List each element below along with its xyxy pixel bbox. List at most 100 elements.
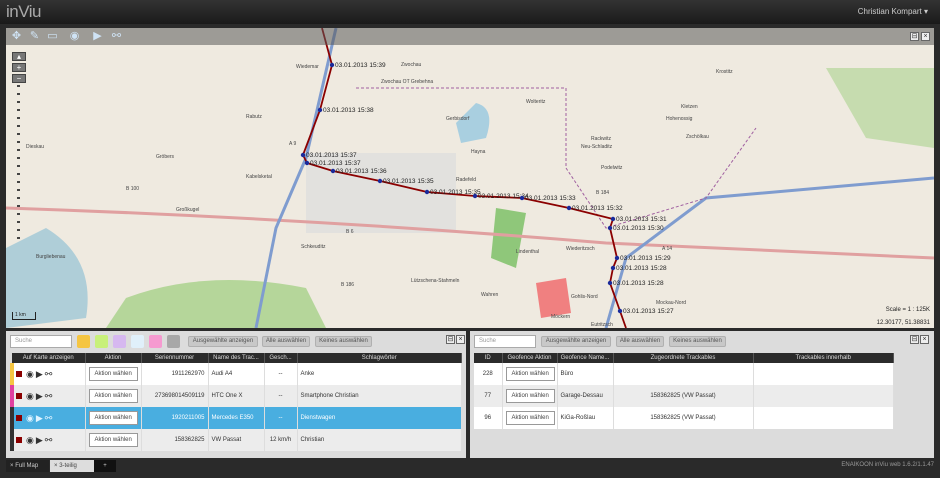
- track-point[interactable]: [330, 168, 336, 174]
- visibility-checkbox[interactable]: [16, 392, 22, 399]
- play-icon[interactable]: ▶: [36, 435, 43, 446]
- color-filter-swatch[interactable]: [113, 335, 126, 348]
- column-header[interactable]: Name des Trac...: [208, 353, 265, 363]
- show-selected-button[interactable]: Ausgewählte anzeigen: [541, 336, 611, 347]
- pencil-icon[interactable]: ✎: [28, 30, 41, 43]
- column-header[interactable]: Schlagwörter: [297, 353, 462, 363]
- color-filter-swatch[interactable]: [77, 335, 90, 348]
- track-point[interactable]: [617, 308, 623, 314]
- track-point[interactable]: [607, 225, 613, 231]
- track-point[interactable]: [377, 178, 383, 184]
- trackables-search-input[interactable]: Suche: [10, 335, 72, 348]
- color-filter-swatch[interactable]: [131, 335, 144, 348]
- track-point[interactable]: [607, 280, 613, 286]
- table-row[interactable]: 77 Aktion wählen Garage-Dessau 158362825…: [474, 385, 894, 407]
- color-filter-swatch[interactable]: [149, 335, 162, 348]
- restore-icon[interactable]: ⊟: [910, 32, 919, 41]
- link-icon[interactable]: ⚯: [45, 369, 53, 380]
- track-point[interactable]: [329, 62, 335, 68]
- track-point[interactable]: [424, 189, 430, 195]
- table-row[interactable]: ◉ ▶ ⚯ Aktion wählen 1920211005 Mercedes E3…: [10, 407, 462, 429]
- town-label: Rabutz: [246, 114, 262, 120]
- zoom-slider[interactable]: [17, 85, 20, 245]
- track-point-label: 03.01.2013 15:37: [310, 160, 361, 167]
- table-row[interactable]: ◉ ▶ ⚯ Aktion wählen 158362825 VW Passat 12…: [10, 429, 462, 451]
- track-point[interactable]: [300, 152, 306, 158]
- table-row[interactable]: ◉ ▶ ⚯ Aktion wählen 1911262970 Audi A4 -- …: [10, 363, 462, 385]
- action-select-button[interactable]: Aktion wählen: [505, 367, 555, 381]
- eye-icon[interactable]: ◉: [68, 30, 81, 43]
- link-icon[interactable]: ⚯: [45, 391, 53, 402]
- column-header[interactable]: Zugeordnete Trackables: [613, 353, 754, 363]
- restore-icon[interactable]: ⊟: [446, 335, 455, 344]
- eye-icon[interactable]: ◉: [26, 391, 34, 402]
- play-icon[interactable]: ▶: [36, 369, 43, 380]
- table-row[interactable]: 96 Aktion wählen KiGa-Roßlau 158362825 (…: [474, 407, 894, 429]
- track-point[interactable]: [472, 193, 478, 199]
- link-icon[interactable]: ⚯: [45, 435, 53, 446]
- column-header[interactable]: Seriennummer: [141, 353, 209, 363]
- track-point[interactable]: [519, 195, 525, 201]
- polygon-icon[interactable]: ▭: [46, 30, 59, 43]
- action-select-button[interactable]: Aktion wählen: [88, 433, 138, 447]
- select-none-button[interactable]: Keines auswählen: [669, 336, 726, 347]
- close-icon[interactable]: ×: [921, 32, 930, 41]
- track-point[interactable]: [610, 265, 616, 271]
- eye-icon[interactable]: ◉: [26, 413, 34, 424]
- action-select-button[interactable]: Aktion wählen: [88, 389, 138, 403]
- pan-icon[interactable]: ✥: [10, 30, 23, 43]
- user-menu[interactable]: Christian Kompart ▾: [858, 7, 928, 16]
- assigned-cell: 158362825 (VW Passat): [613, 407, 754, 429]
- track-point[interactable]: [566, 205, 572, 211]
- action-select-button[interactable]: Aktion wählen: [88, 367, 138, 381]
- close-icon[interactable]: ×: [456, 335, 465, 344]
- zoom-out-button[interactable]: −: [12, 74, 26, 83]
- geofences-search-input[interactable]: Suche: [474, 335, 536, 348]
- add-tab-button[interactable]: +: [94, 460, 116, 472]
- track-point[interactable]: [304, 160, 310, 166]
- select-none-button[interactable]: Keines auswählen: [315, 336, 372, 347]
- track-point[interactable]: [614, 255, 620, 261]
- restore-icon[interactable]: ⊟: [910, 335, 919, 344]
- action-select-button[interactable]: Aktion wählen: [505, 411, 555, 425]
- column-header[interactable]: Geofence Name...: [557, 353, 614, 363]
- road-label: B 184: [596, 190, 609, 196]
- visibility-checkbox[interactable]: [16, 436, 22, 443]
- play-icon[interactable]: ▶: [36, 391, 43, 402]
- color-filter-swatch[interactable]: [167, 335, 180, 348]
- town-label: Wolteritz: [526, 99, 546, 105]
- visibility-checkbox[interactable]: [16, 414, 22, 421]
- play-icon[interactable]: ▶: [36, 413, 43, 424]
- track-point[interactable]: [317, 107, 323, 113]
- close-icon[interactable]: ×: [54, 463, 58, 469]
- tab-full-map[interactable]: × Full Map: [6, 460, 49, 472]
- link-icon[interactable]: ⚯: [45, 413, 53, 424]
- color-filter-swatch[interactable]: [95, 335, 108, 348]
- column-header[interactable]: Geofence Aktion: [502, 353, 558, 363]
- show-selected-button[interactable]: Ausgewählte anzeigen: [188, 336, 258, 347]
- close-icon[interactable]: ×: [10, 463, 14, 469]
- play-icon[interactable]: ▶: [91, 30, 104, 43]
- column-header[interactable]: Aktion: [85, 353, 142, 363]
- select-all-button[interactable]: Alle auswählen: [616, 336, 664, 347]
- visibility-checkbox[interactable]: [16, 370, 22, 377]
- zoom-in-button[interactable]: +: [12, 63, 26, 72]
- track-point[interactable]: [610, 216, 616, 222]
- link-icon[interactable]: ⚯: [110, 30, 123, 43]
- column-header[interactable]: Auf Karte anzeigen: [12, 353, 86, 363]
- column-header[interactable]: Gesch...: [264, 353, 298, 363]
- action-select-button[interactable]: Aktion wählen: [88, 411, 138, 425]
- select-all-button[interactable]: Alle auswählen: [262, 336, 310, 347]
- table-row[interactable]: 228 Aktion wählen Büro: [474, 363, 894, 385]
- map-view[interactable]: Wiedemar Zwochau Zwochau OT Grebehna Gerbis…: [6, 28, 934, 328]
- column-header[interactable]: Trackables innerhalb: [753, 353, 894, 363]
- table-row[interactable]: ◉ ▶ ⚯ Aktion wählen 273698014509119 HTC On…: [10, 385, 462, 407]
- close-icon[interactable]: ×: [920, 335, 929, 344]
- tab-3-teilig[interactable]: × 3-teilig: [50, 460, 94, 472]
- column-header[interactable]: ID: [474, 353, 503, 363]
- map-canvas[interactable]: Wiedemar Zwochau Zwochau OT Grebehna Gerbis…: [6, 28, 934, 328]
- action-select-button[interactable]: Aktion wählen: [505, 389, 555, 403]
- eye-icon[interactable]: ◉: [26, 369, 34, 380]
- pan-up-button[interactable]: ▴: [12, 52, 26, 61]
- eye-icon[interactable]: ◉: [26, 435, 34, 446]
